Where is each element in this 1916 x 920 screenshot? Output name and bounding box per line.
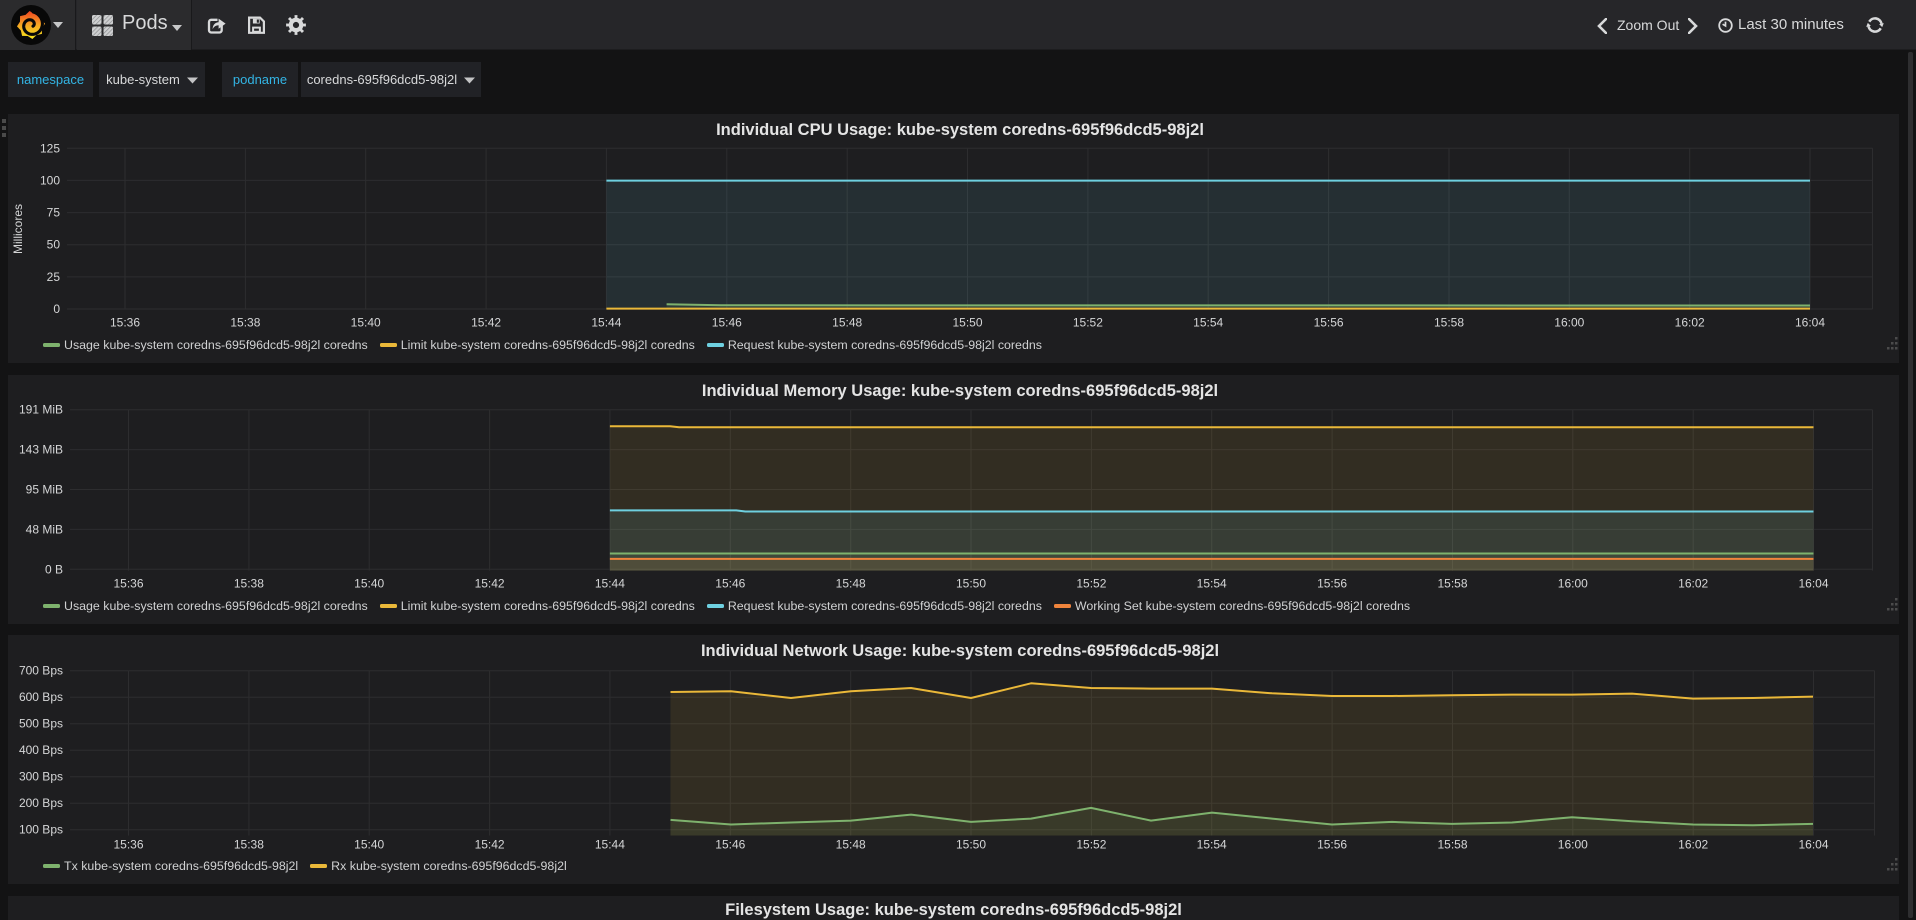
svg-text:Individual Memory Usage: kube-: Individual Memory Usage: kube-system cor… (702, 382, 1218, 400)
svg-text:16:02: 16:02 (1675, 316, 1705, 330)
svg-text:15:46: 15:46 (715, 837, 745, 851)
svg-text:15:48: 15:48 (832, 316, 862, 330)
svg-text:15:38: 15:38 (230, 316, 260, 330)
svg-text:15:56: 15:56 (1317, 837, 1347, 851)
svg-text:16:02: 16:02 (1678, 577, 1708, 591)
svg-text:15:56: 15:56 (1317, 577, 1347, 591)
svg-text:700 Bps: 700 Bps (19, 664, 63, 678)
svg-text:15:54: 15:54 (1193, 316, 1223, 330)
svg-text:15:40: 15:40 (354, 577, 384, 591)
svg-text:15:50: 15:50 (952, 316, 982, 330)
svg-text:500 Bps: 500 Bps (19, 717, 63, 731)
svg-text:15:38: 15:38 (234, 837, 264, 851)
svg-text:15:52: 15:52 (1076, 577, 1106, 591)
svg-text:15:40: 15:40 (354, 837, 384, 851)
svg-text:0: 0 (53, 302, 60, 316)
svg-text:75: 75 (47, 206, 61, 220)
svg-text:16:00: 16:00 (1558, 837, 1588, 851)
svg-text:15:52: 15:52 (1076, 837, 1106, 851)
svg-text:100: 100 (40, 173, 60, 187)
svg-text:16:04: 16:04 (1798, 837, 1828, 851)
svg-text:15:36: 15:36 (110, 316, 140, 330)
svg-text:15:36: 15:36 (113, 837, 143, 851)
svg-text:191 MiB: 191 MiB (19, 403, 63, 417)
svg-text:Individual Network Usage: kube: Individual Network Usage: kube-system co… (701, 642, 1219, 660)
svg-text:15:42: 15:42 (471, 316, 501, 330)
svg-text:15:46: 15:46 (712, 316, 742, 330)
svg-text:15:44: 15:44 (591, 316, 621, 330)
svg-text:15:44: 15:44 (595, 837, 625, 851)
svg-text:15:46: 15:46 (715, 577, 745, 591)
svg-text:15:54: 15:54 (1197, 837, 1227, 851)
svg-text:15:58: 15:58 (1437, 577, 1467, 591)
svg-text:600 Bps: 600 Bps (19, 690, 63, 704)
svg-text:200 Bps: 200 Bps (19, 796, 63, 810)
svg-text:15:52: 15:52 (1073, 316, 1103, 330)
svg-text:15:58: 15:58 (1434, 316, 1464, 330)
svg-text:15:56: 15:56 (1314, 316, 1344, 330)
svg-text:16:04: 16:04 (1798, 577, 1828, 591)
svg-text:48 MiB: 48 MiB (26, 522, 63, 536)
svg-text:16:02: 16:02 (1678, 837, 1708, 851)
svg-text:15:42: 15:42 (475, 577, 505, 591)
svg-text:15:48: 15:48 (836, 577, 866, 591)
svg-text:15:40: 15:40 (351, 316, 381, 330)
svg-text:15:36: 15:36 (113, 577, 143, 591)
svg-text:300 Bps: 300 Bps (19, 770, 63, 784)
svg-text:15:48: 15:48 (836, 837, 866, 851)
svg-text:15:38: 15:38 (234, 577, 264, 591)
svg-text:Millicores: Millicores (11, 204, 25, 254)
svg-text:15:54: 15:54 (1197, 577, 1227, 591)
svg-text:16:00: 16:00 (1554, 316, 1584, 330)
svg-text:15:50: 15:50 (956, 837, 986, 851)
svg-text:16:04: 16:04 (1795, 316, 1825, 330)
svg-text:15:42: 15:42 (475, 837, 505, 851)
svg-text:400 Bps: 400 Bps (19, 743, 63, 757)
svg-text:16:00: 16:00 (1558, 577, 1588, 591)
svg-text:15:58: 15:58 (1437, 837, 1467, 851)
svg-text:25: 25 (47, 270, 61, 284)
svg-text:143 MiB: 143 MiB (19, 443, 63, 457)
svg-text:15:50: 15:50 (956, 577, 986, 591)
svg-text:100 Bps: 100 Bps (19, 823, 63, 837)
svg-text:Individual CPU Usage: kube-sys: Individual CPU Usage: kube-system coredn… (716, 121, 1204, 139)
svg-text:15:44: 15:44 (595, 577, 625, 591)
svg-text:50: 50 (47, 238, 61, 252)
svg-text:0 B: 0 B (45, 562, 63, 576)
svg-text:125: 125 (40, 141, 60, 155)
svg-text:95 MiB: 95 MiB (26, 483, 63, 497)
